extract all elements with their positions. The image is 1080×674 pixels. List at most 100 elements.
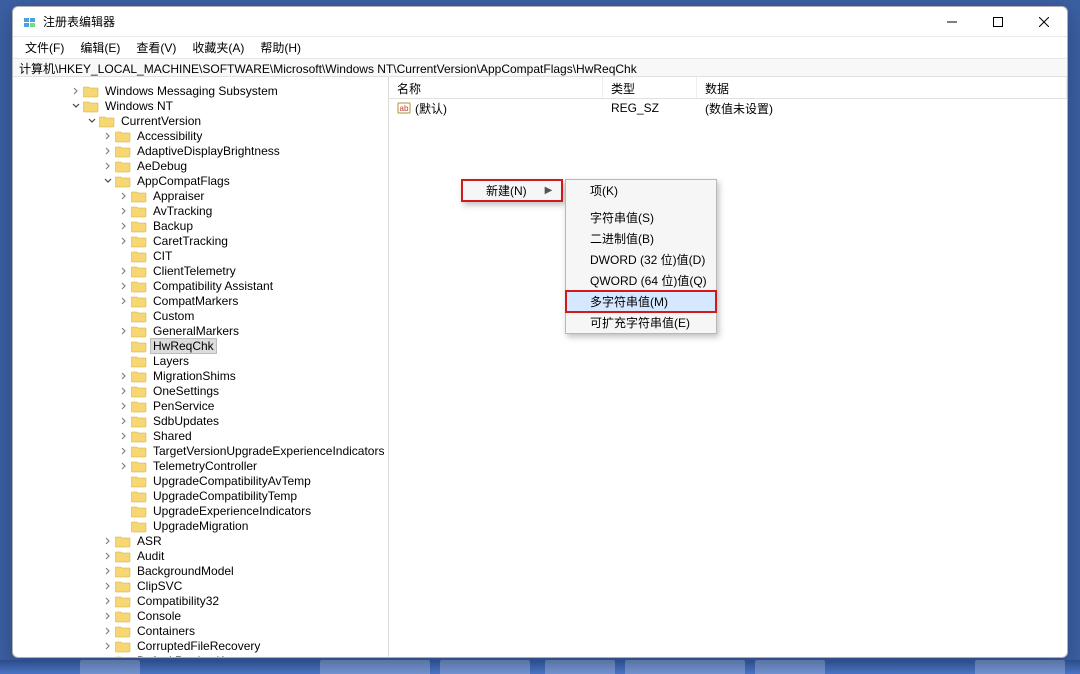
tree-toggle-icon[interactable] bbox=[69, 101, 83, 111]
maximize-button[interactable] bbox=[975, 7, 1021, 37]
tree-node[interactable]: Containers bbox=[17, 623, 388, 638]
tree-toggle-icon[interactable] bbox=[117, 401, 131, 411]
tree-toggle-icon[interactable] bbox=[117, 416, 131, 426]
tree-toggle-icon[interactable] bbox=[101, 566, 115, 576]
tree-toggle-icon[interactable] bbox=[101, 611, 115, 621]
tree-node[interactable]: MigrationShims bbox=[17, 368, 388, 383]
menu-view[interactable]: 查看(V) bbox=[128, 37, 184, 58]
context-new[interactable]: 新建(N) ▶ bbox=[462, 180, 562, 201]
folder-icon bbox=[131, 444, 147, 458]
tree-node[interactable]: Console bbox=[17, 608, 388, 623]
tree-node[interactable]: CorruptedFileRecovery bbox=[17, 638, 388, 653]
tree-toggle-icon[interactable] bbox=[117, 446, 131, 456]
tree-toggle-icon[interactable] bbox=[117, 296, 131, 306]
tree-node[interactable]: OneSettings bbox=[17, 383, 388, 398]
tree-node[interactable]: UpgradeMigration bbox=[17, 518, 388, 533]
tree-node[interactable]: CurrentVersion bbox=[17, 113, 388, 128]
submenu-item-multistring[interactable]: 多字符串值(M) bbox=[566, 291, 716, 312]
addressbar[interactable]: 计算机\HKEY_LOCAL_MACHINE\SOFTWARE\Microsof… bbox=[13, 59, 1067, 77]
submenu-item-expandstring[interactable]: 可扩充字符串值(E) bbox=[566, 312, 716, 333]
tree-node[interactable]: CaretTracking bbox=[17, 233, 388, 248]
tree-toggle-icon[interactable] bbox=[117, 191, 131, 201]
tree-node[interactable]: PenService bbox=[17, 398, 388, 413]
tree-toggle-icon[interactable] bbox=[101, 146, 115, 156]
tree-toggle-icon[interactable] bbox=[101, 656, 115, 658]
tree-node[interactable]: TargetVersionUpgradeExperienceIndicators bbox=[17, 443, 388, 458]
tree-toggle-icon[interactable] bbox=[117, 266, 131, 276]
tree-node[interactable]: UpgradeCompatibilityTemp bbox=[17, 488, 388, 503]
tree-node[interactable]: AeDebug bbox=[17, 158, 388, 173]
list-header[interactable]: 名称 类型 数据 bbox=[389, 77, 1067, 99]
tree-node[interactable]: Audit bbox=[17, 548, 388, 563]
tree-node[interactable]: Compatibility Assistant bbox=[17, 278, 388, 293]
tree-toggle-icon[interactable] bbox=[101, 176, 115, 186]
tree-node[interactable]: AppCompatFlags bbox=[17, 173, 388, 188]
taskbar[interactable] bbox=[0, 660, 1080, 674]
tree-node[interactable]: GeneralMarkers bbox=[17, 323, 388, 338]
tree-toggle-icon[interactable] bbox=[117, 371, 131, 381]
tree-node[interactable]: ClipSVC bbox=[17, 578, 388, 593]
menu-favorites[interactable]: 收藏夹(A) bbox=[184, 37, 252, 58]
tree-panel[interactable]: Windows Messaging SubsystemWindows NTCur… bbox=[13, 77, 389, 657]
tree-toggle-icon[interactable] bbox=[117, 236, 131, 246]
tree-toggle-icon[interactable] bbox=[117, 386, 131, 396]
tree-node[interactable]: TelemetryController bbox=[17, 458, 388, 473]
tree-toggle-icon[interactable] bbox=[101, 551, 115, 561]
value-row[interactable]: ab(默认)REG_SZ(数值未设置) bbox=[389, 99, 1067, 117]
folder-icon bbox=[131, 384, 147, 398]
tree-node[interactable]: AvTracking bbox=[17, 203, 388, 218]
col-name[interactable]: 名称 bbox=[389, 77, 603, 98]
titlebar[interactable]: 注册表编辑器 bbox=[13, 7, 1067, 37]
tree-node[interactable]: Windows NT bbox=[17, 98, 388, 113]
submenu-item-dword[interactable]: DWORD (32 位)值(D) bbox=[566, 249, 716, 270]
tree-toggle-icon[interactable] bbox=[117, 206, 131, 216]
tree-node[interactable]: HwReqChk bbox=[17, 338, 388, 353]
tree-toggle-icon[interactable] bbox=[101, 626, 115, 636]
tree-node[interactable]: Layers bbox=[17, 353, 388, 368]
tree-node[interactable]: AdaptiveDisplayBrightness bbox=[17, 143, 388, 158]
tree-toggle-icon[interactable] bbox=[101, 161, 115, 171]
tree-toggle-icon[interactable] bbox=[117, 326, 131, 336]
tree-toggle-icon[interactable] bbox=[117, 221, 131, 231]
tree-node[interactable]: ClientTelemetry bbox=[17, 263, 388, 278]
menu-help[interactable]: 帮助(H) bbox=[252, 37, 309, 58]
tree-node[interactable]: Appraiser bbox=[17, 188, 388, 203]
tree-node[interactable]: Compatibility32 bbox=[17, 593, 388, 608]
submenu-item-qword[interactable]: QWORD (64 位)值(Q) bbox=[566, 270, 716, 291]
submenu-item-key[interactable]: 项(K) bbox=[566, 180, 716, 201]
tree-node[interactable]: Windows Messaging Subsystem bbox=[17, 83, 388, 98]
close-button[interactable] bbox=[1021, 7, 1067, 37]
tree-node-label: Appraiser bbox=[151, 189, 206, 203]
tree-node[interactable]: Shared bbox=[17, 428, 388, 443]
tree-toggle-icon[interactable] bbox=[117, 431, 131, 441]
tree-toggle-icon[interactable] bbox=[117, 461, 131, 471]
submenu-item-binary[interactable]: 二进制值(B) bbox=[566, 228, 716, 249]
submenu-item-string[interactable]: 字符串值(S) bbox=[566, 207, 716, 228]
tree-node[interactable]: Backup bbox=[17, 218, 388, 233]
tree-toggle-icon[interactable] bbox=[117, 281, 131, 291]
tree-node[interactable]: CIT bbox=[17, 248, 388, 263]
tree-node[interactable]: Custom bbox=[17, 308, 388, 323]
tree-toggle-icon[interactable] bbox=[101, 596, 115, 606]
menu-file[interactable]: 文件(F) bbox=[17, 37, 72, 58]
tree-toggle-icon[interactable] bbox=[101, 131, 115, 141]
tree-node[interactable]: ASR bbox=[17, 533, 388, 548]
tree-node[interactable]: DefaultProductKey bbox=[17, 653, 388, 657]
tree-toggle-icon[interactable] bbox=[101, 536, 115, 546]
menu-edit[interactable]: 编辑(E) bbox=[72, 37, 128, 58]
tree-node-label: Compatibility32 bbox=[135, 594, 221, 608]
col-data[interactable]: 数据 bbox=[697, 77, 1067, 98]
tree-node[interactable]: Accessibility bbox=[17, 128, 388, 143]
col-type[interactable]: 类型 bbox=[603, 77, 697, 98]
tree-node[interactable]: UpgradeExperienceIndicators bbox=[17, 503, 388, 518]
tree-node[interactable]: UpgradeCompatibilityAvTemp bbox=[17, 473, 388, 488]
tree-toggle-icon[interactable] bbox=[69, 86, 83, 96]
tree-node[interactable]: SdbUpdates bbox=[17, 413, 388, 428]
list-panel[interactable]: 名称 类型 数据 ab(默认)REG_SZ(数值未设置) 新建(N) ▶ 项(K… bbox=[389, 77, 1067, 657]
tree-toggle-icon[interactable] bbox=[101, 641, 115, 651]
tree-node[interactable]: CompatMarkers bbox=[17, 293, 388, 308]
tree-toggle-icon[interactable] bbox=[85, 116, 99, 126]
minimize-button[interactable] bbox=[929, 7, 975, 37]
tree-node[interactable]: BackgroundModel bbox=[17, 563, 388, 578]
tree-toggle-icon[interactable] bbox=[101, 581, 115, 591]
